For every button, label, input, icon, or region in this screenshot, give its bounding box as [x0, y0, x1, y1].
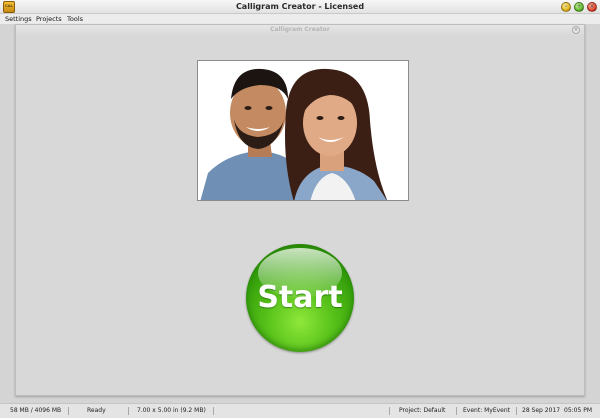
status-date: 28 Sep 2017	[522, 407, 561, 414]
start-button[interactable]: Start	[246, 244, 354, 352]
menu-tools[interactable]: Tools	[67, 14, 83, 24]
panel-close-button[interactable]: ×	[572, 26, 580, 34]
panel-close-icon: ×	[573, 27, 579, 33]
minimize-button[interactable]: –	[561, 2, 571, 12]
status-memory: 58 MB / 4096 MB	[10, 407, 62, 414]
status-divider	[516, 407, 517, 415]
minimize-icon: –	[564, 3, 568, 10]
start-button-label: Start	[257, 280, 343, 315]
status-project: Project: Default	[399, 407, 446, 414]
panel-title: Calligram Creator	[270, 26, 330, 33]
close-button[interactable]: ×	[587, 2, 597, 12]
status-divider	[213, 407, 214, 415]
status-divider	[128, 407, 129, 415]
status-state: Ready	[87, 407, 106, 414]
photo-preview	[197, 60, 409, 201]
menu-settings[interactable]: Settings	[5, 14, 32, 24]
status-divider	[68, 407, 69, 415]
status-bar: 58 MB / 4096 MB Ready 7.00 x 5.00 in (9.…	[0, 403, 600, 418]
maximize-button[interactable]: +	[574, 2, 584, 12]
status-event: Event: MyEvent	[463, 407, 511, 414]
menu-bar: Settings Projects Tools	[0, 14, 600, 24]
close-icon: ×	[589, 3, 595, 10]
status-canvas-size: 7.00 x 5.00 in (9.2 MB)	[137, 407, 206, 414]
maximize-icon: +	[576, 3, 582, 10]
couple-photo-image	[198, 61, 408, 200]
status-divider	[456, 407, 457, 415]
status-divider	[389, 407, 390, 415]
panel-title-bar: Calligram Creator ×	[16, 25, 584, 35]
window-title: Calligram Creator - Licensed	[235, 2, 365, 11]
main-panel: Calligram Creator × Start	[15, 24, 585, 396]
status-time: 05:05 PM	[564, 407, 592, 414]
menu-projects[interactable]: Projects	[36, 14, 62, 24]
title-bar: CAL Calligram Creator - Licensed – + ×	[0, 0, 600, 14]
